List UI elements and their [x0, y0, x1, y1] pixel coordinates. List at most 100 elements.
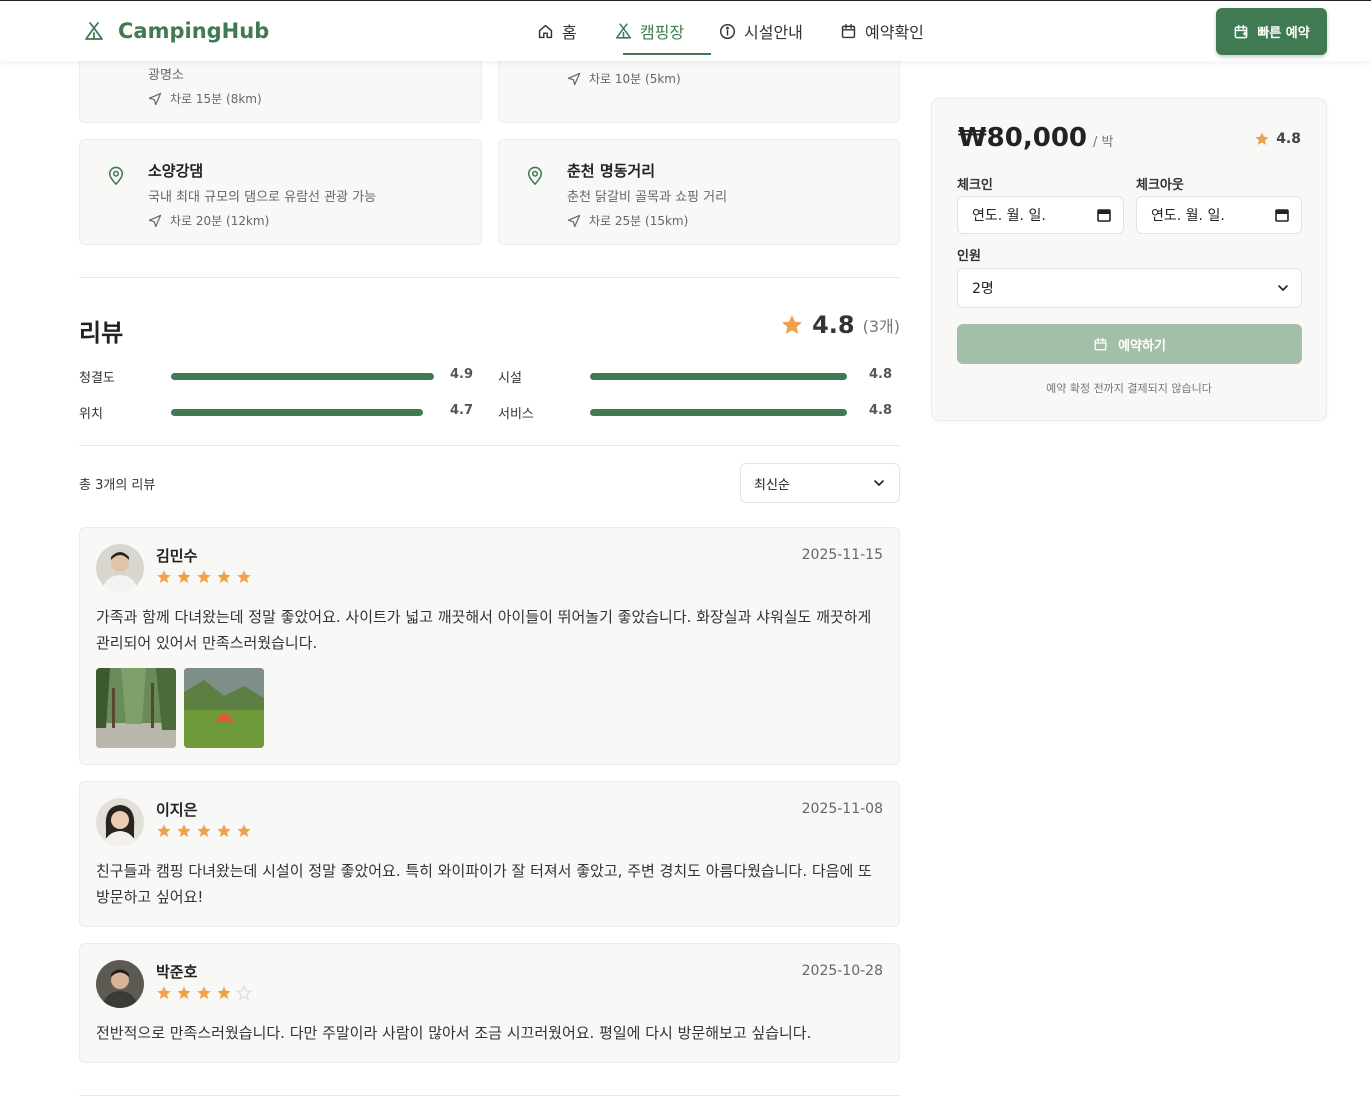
attraction-title: 춘천 명동거리: [567, 162, 656, 180]
tent-logo-icon: [85, 22, 103, 40]
star-filled-icon: [177, 824, 191, 837]
reviews-summary: 4.8 (3개): [780, 311, 900, 339]
map-pin-icon: [108, 166, 124, 186]
calendar-icon: [1097, 209, 1111, 222]
attraction-desc: 춘천 닭갈비 골목과 쇼핑 거리: [567, 190, 728, 205]
info-icon: [719, 23, 736, 39]
star-empty-icon: [236, 985, 252, 1001]
star-filled-icon: [217, 824, 231, 837]
reviewer-name: 박준호: [156, 963, 198, 981]
sort-select[interactable]: 최신순: [740, 463, 900, 503]
attraction-desc: 국내 최대 규모의 댐으로 유람선 관광 가능: [148, 190, 377, 205]
price-value: ₩80,000: [958, 123, 1088, 153]
attraction-card: 소양강댐 국내 최대 규모의 댐으로 유람선 관광 가능 차로 20분 (12k…: [79, 139, 482, 245]
category-bar: [171, 409, 423, 416]
review-text: 가족과 함께 다녀왔는데 정말 좋았어요. 사이트가 넓고 깨끗해서 아이들이 …: [96, 608, 872, 652]
main-nav: 홈 캠핑장 시설안내 예약확인: [537, 1, 940, 61]
booking-rating: 4.8: [1254, 131, 1301, 147]
review-stars: [156, 823, 252, 839]
attraction-card: 춘천 명동거리 춘천 닭갈비 골목과 쇼핑 거리 차로 25분 (15km): [498, 139, 900, 245]
nav-facilities-label: 시설안내: [744, 23, 803, 42]
guests-label: 인원: [957, 249, 981, 264]
navigation-icon: [148, 214, 162, 227]
booking-rating-value: 4.8: [1276, 131, 1301, 147]
star-filled-icon: [217, 986, 231, 999]
quick-booking-label: 빠른 예약: [1257, 26, 1310, 41]
nav-home[interactable]: 홈: [537, 1, 615, 61]
attraction-distance: 차로 20분 (12km): [148, 212, 269, 229]
calendar-icon: [841, 23, 856, 38]
reserve-button-label: 예약하기: [1118, 338, 1166, 354]
reserve-button[interactable]: 예약하기: [957, 324, 1302, 364]
checkout-value: 연도. 월. 일.: [1151, 208, 1225, 224]
category-value: 4.7: [450, 403, 474, 418]
star-filled-icon: [237, 824, 251, 837]
category-value: 4.9: [450, 367, 474, 382]
price-unit: / 박: [1093, 135, 1114, 150]
home-icon: [538, 24, 553, 38]
nav-campsite[interactable]: 캠핑장: [615, 1, 719, 61]
category-label: 시설: [498, 371, 522, 386]
star-filled-icon: [177, 986, 191, 999]
attraction-distance: 차로 10분 (5km): [567, 70, 681, 87]
review-text: 친구들과 캠핑 다녀왔는데 시설이 정말 좋았어요. 특히 와이파이가 잘 터져…: [96, 862, 872, 906]
category-bar: [590, 373, 847, 380]
star-filled-icon: [237, 570, 251, 583]
reviews-count: (3개): [862, 317, 900, 336]
checkout-label: 체크아웃: [1136, 178, 1184, 193]
checkin-label: 체크인: [957, 178, 993, 193]
review-stars: [156, 985, 252, 1001]
checkout-date-input[interactable]: 연도. 월. 일.: [1136, 196, 1302, 234]
star-filled-icon: [197, 986, 211, 999]
quick-booking-button[interactable]: 빠른 예약: [1216, 8, 1327, 55]
section-divider: [79, 1095, 900, 1096]
category-bar: [590, 409, 847, 416]
review-date: 2025-11-15: [801, 547, 883, 563]
navigation-icon: [567, 72, 581, 85]
star-filled-icon: [157, 986, 171, 999]
attraction-distance-text: 차로 10분 (5km): [589, 72, 681, 86]
avatar: [96, 798, 144, 846]
chevron-down-icon: [874, 480, 884, 486]
star-filled-icon: [197, 824, 211, 837]
navigation-icon: [567, 214, 581, 227]
star-icon: [1255, 132, 1269, 145]
top-header: CampingHub 홈 캠핑장 시설안내 예약확인 빠른 예약: [0, 1, 1371, 61]
review-photo[interactable]: [184, 668, 264, 748]
review-card: 이지은 2025-11-08 친구들과 캠핑 다녀왔는데 시설이 정말 좋았어요…: [79, 781, 900, 927]
guests-select[interactable]: 2명: [957, 268, 1302, 308]
nav-campsite-label: 캠핑장: [640, 23, 685, 42]
nav-facilities[interactable]: 시설안내: [719, 1, 840, 61]
tent-icon: [615, 23, 632, 39]
star-filled-icon: [177, 570, 191, 583]
sort-selected: 최신순: [754, 477, 790, 493]
review-card: 김민수 2025-11-15 가족과 함께 다녀왔는데 정말 좋았어요. 사이트…: [79, 527, 900, 765]
category-value: 4.8: [869, 403, 893, 418]
review-photo[interactable]: [96, 668, 176, 748]
category-label: 위치: [79, 407, 103, 422]
reviews-title: 리뷰: [79, 319, 124, 347]
nav-reservation[interactable]: 예약확인: [840, 1, 940, 61]
guests-value: 2명: [972, 281, 994, 297]
attraction-distance-text: 차로 15분 (8km): [170, 92, 262, 106]
nav-home-label: 홈: [562, 23, 577, 42]
reviews-total: 총 3개의 리뷰: [79, 478, 156, 493]
category-label: 청결도: [79, 371, 115, 386]
star-filled-icon: [217, 570, 231, 583]
calendar-icon: [1275, 209, 1289, 222]
calendar-plus-icon: [1234, 24, 1248, 38]
review-text: 전반적으로 만족스러웠습니다. 다만 주말이라 사람이 많아서 조금 시끄러웠어…: [96, 1024, 812, 1042]
star-filled-icon: [157, 824, 171, 837]
checkin-date-input[interactable]: 연도. 월. 일.: [957, 196, 1124, 234]
star-filled-icon: [197, 570, 211, 583]
price: ₩80,000 / 박: [958, 123, 1114, 153]
star-filled-icon: [157, 570, 171, 583]
checkin-value: 연도. 월. 일.: [972, 208, 1046, 224]
attraction-distance: 차로 15분 (8km): [148, 90, 262, 107]
booking-note: 예약 확정 전까지 결제되지 않습니다: [1046, 382, 1212, 395]
brand-logo[interactable]: CampingHub: [84, 19, 269, 43]
calendar-icon: [1094, 337, 1107, 350]
reviewer-name: 김민수: [156, 547, 198, 565]
category-label: 서비스: [498, 407, 534, 422]
section-divider: [79, 277, 900, 278]
